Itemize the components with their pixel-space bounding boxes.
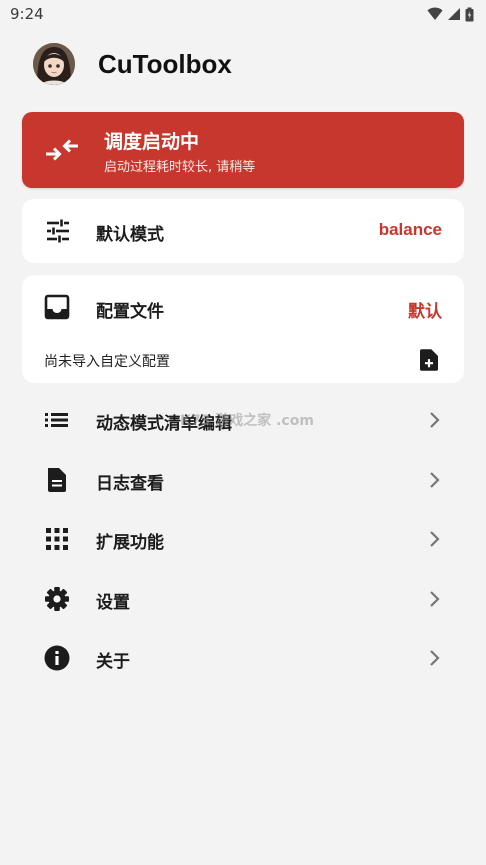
swap-arrows-icon — [46, 139, 78, 161]
inbox-icon — [44, 294, 70, 320]
document-icon — [48, 468, 66, 492]
menu-item-log-viewer[interactable]: 日志查看 — [22, 451, 464, 509]
menu-label: 扩展功能 — [96, 533, 164, 553]
chevron-right-icon — [430, 472, 440, 488]
config-label: 配置文件 — [96, 302, 164, 322]
menu-label: 关于 — [96, 652, 130, 672]
menu-label: 动态模式清单编辑 — [96, 414, 232, 434]
list-icon — [45, 413, 68, 427]
mode-value: balance — [378, 220, 442, 239]
menu-item-settings[interactable]: 设置 — [22, 570, 464, 628]
scheduler-status-card[interactable]: 调度启动中 启动过程耗时较长, 请稍等 — [22, 112, 464, 188]
menu-item-extensions[interactable]: 扩展功能 — [22, 510, 464, 568]
chevron-right-icon — [430, 591, 440, 607]
menu-item-about[interactable]: 关于 — [22, 629, 464, 687]
menu-label: 日志查看 — [96, 474, 164, 494]
mode-label: 默认模式 — [96, 225, 164, 245]
grid-icon — [46, 528, 68, 550]
menu-item-dynamic-mode-list[interactable]: 动态模式清单编辑 — [22, 391, 464, 449]
status-bar: 9:24 — [0, 0, 486, 28]
status-title: 调度启动中 — [104, 131, 200, 153]
config-card: 配置文件 默认 尚未导入自定义配置 — [22, 275, 464, 383]
app-title: CuToolbox — [98, 49, 232, 79]
gear-icon — [45, 587, 69, 611]
tune-icon — [47, 219, 69, 243]
status-subtitle: 启动过程耗时较长, 请稍等 — [104, 160, 256, 175]
status-icons — [427, 7, 474, 22]
menu-label: 设置 — [96, 593, 130, 613]
app-header: CuToolbox — [0, 36, 486, 94]
chevron-right-icon — [430, 650, 440, 666]
signal-icon — [448, 8, 460, 20]
chevron-right-icon — [430, 531, 440, 547]
chevron-right-icon — [430, 412, 440, 428]
avatar[interactable] — [33, 43, 75, 85]
config-value[interactable]: 默认 — [408, 297, 442, 322]
config-note: 尚未导入自定义配置 — [44, 354, 170, 370]
add-file-icon[interactable] — [420, 349, 438, 371]
wifi-icon — [427, 7, 443, 20]
mode-card[interactable]: 默认模式 balance — [22, 199, 464, 263]
info-icon — [44, 645, 70, 671]
battery-icon — [465, 7, 474, 21]
status-time: 9:24 — [10, 5, 44, 23]
